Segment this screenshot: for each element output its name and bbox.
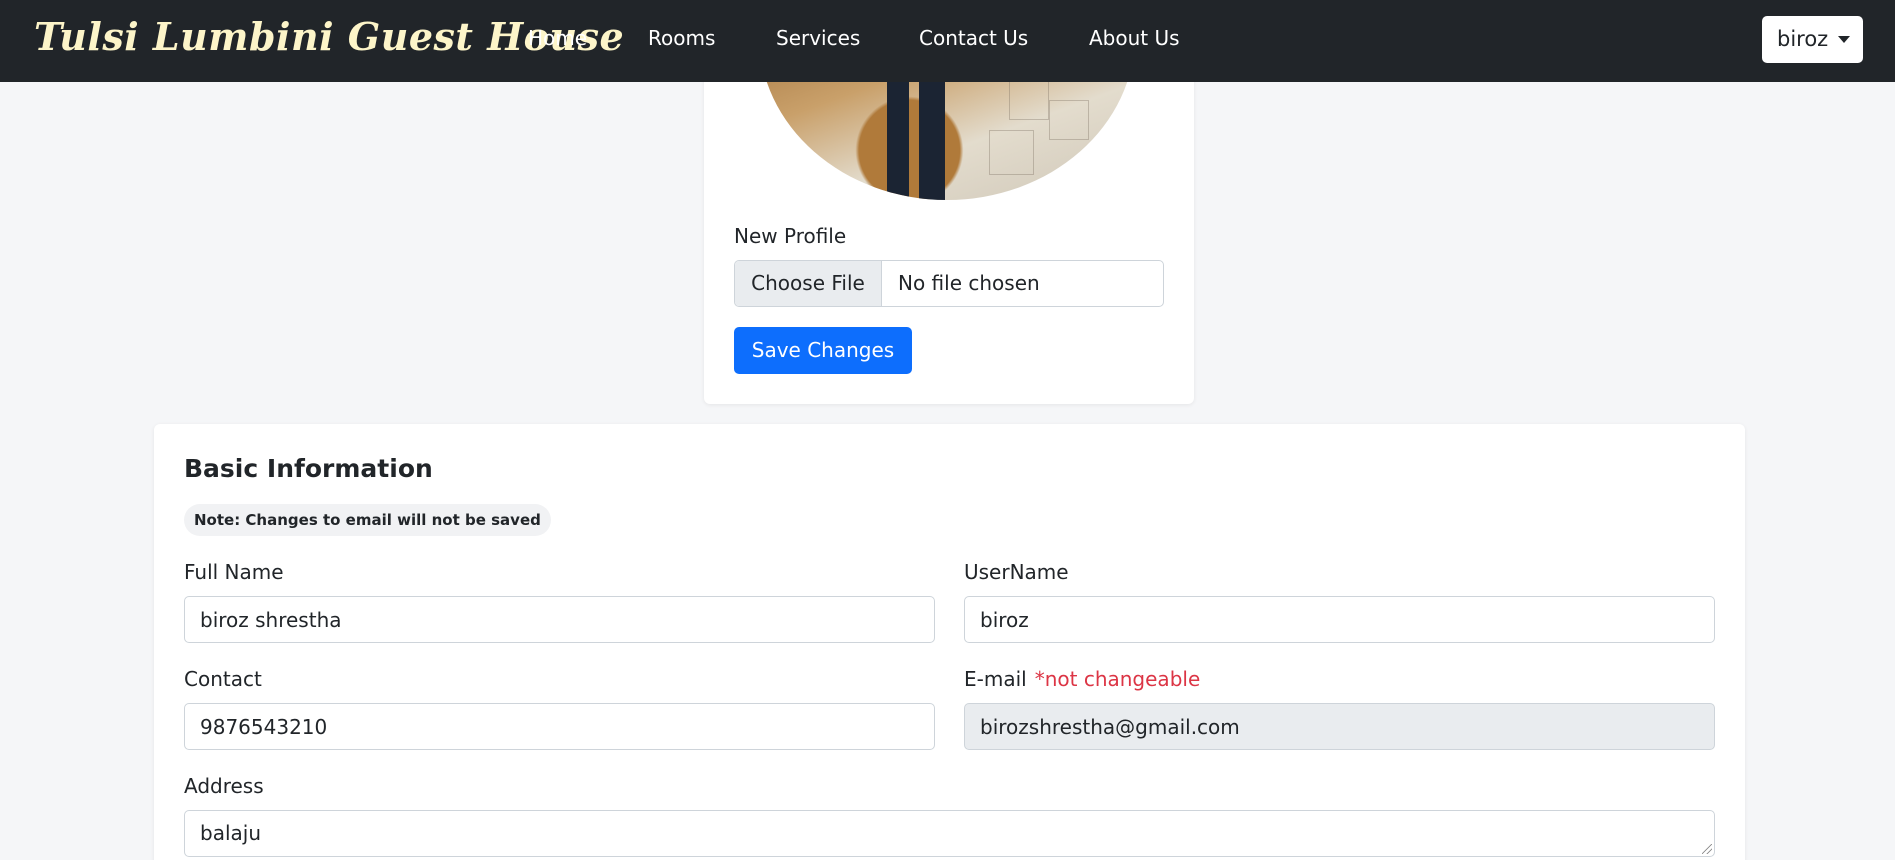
- user-dropdown-button[interactable]: biroz: [1762, 16, 1863, 63]
- email-note-badge: Note: Changes to email will not be saved: [184, 504, 551, 536]
- resize-handle-icon[interactable]: [1702, 844, 1712, 854]
- address-label: Address: [184, 774, 264, 798]
- nav-link-about-us[interactable]: About Us: [1089, 26, 1180, 50]
- caret-down-icon: [1838, 36, 1850, 43]
- contact-label: Contact: [184, 667, 262, 691]
- navbar: Tulsi Lumbini Guest House Home Rooms Ser…: [0, 0, 1895, 82]
- contact-input[interactable]: [184, 703, 935, 750]
- email-label: E-mail: [964, 667, 1027, 691]
- basic-information-card: Basic Information Note: Changes to email…: [154, 424, 1745, 860]
- nav-link-home[interactable]: Home: [528, 26, 587, 50]
- address-textarea[interactable]: balaju: [184, 810, 1715, 857]
- full-name-label: Full Name: [184, 560, 284, 584]
- save-changes-button[interactable]: Save Changes: [734, 327, 912, 374]
- email-label-group: E-mail *not changeable: [964, 667, 1200, 691]
- username-label: UserName: [964, 560, 1069, 584]
- username-input[interactable]: [964, 596, 1715, 643]
- email-input: [964, 703, 1715, 750]
- choose-file-button[interactable]: Choose File: [735, 261, 882, 306]
- nav-link-services[interactable]: Services: [776, 26, 860, 50]
- file-status-text: No file chosen: [898, 271, 1040, 295]
- profile-file-input[interactable]: Choose File No file chosen: [734, 260, 1164, 307]
- nav-link-rooms[interactable]: Rooms: [648, 26, 715, 50]
- nav-link-contact-us[interactable]: Contact Us: [919, 26, 1028, 50]
- profile-photo-card: New Profile Choose File No file chosen S…: [704, 0, 1194, 404]
- user-name: biroz: [1777, 27, 1829, 51]
- address-value: balaju: [200, 821, 261, 845]
- full-name-input[interactable]: [184, 596, 935, 643]
- email-not-changeable-note: *not changeable: [1034, 667, 1201, 691]
- section-title: Basic Information: [184, 454, 433, 483]
- new-profile-label: New Profile: [734, 224, 847, 248]
